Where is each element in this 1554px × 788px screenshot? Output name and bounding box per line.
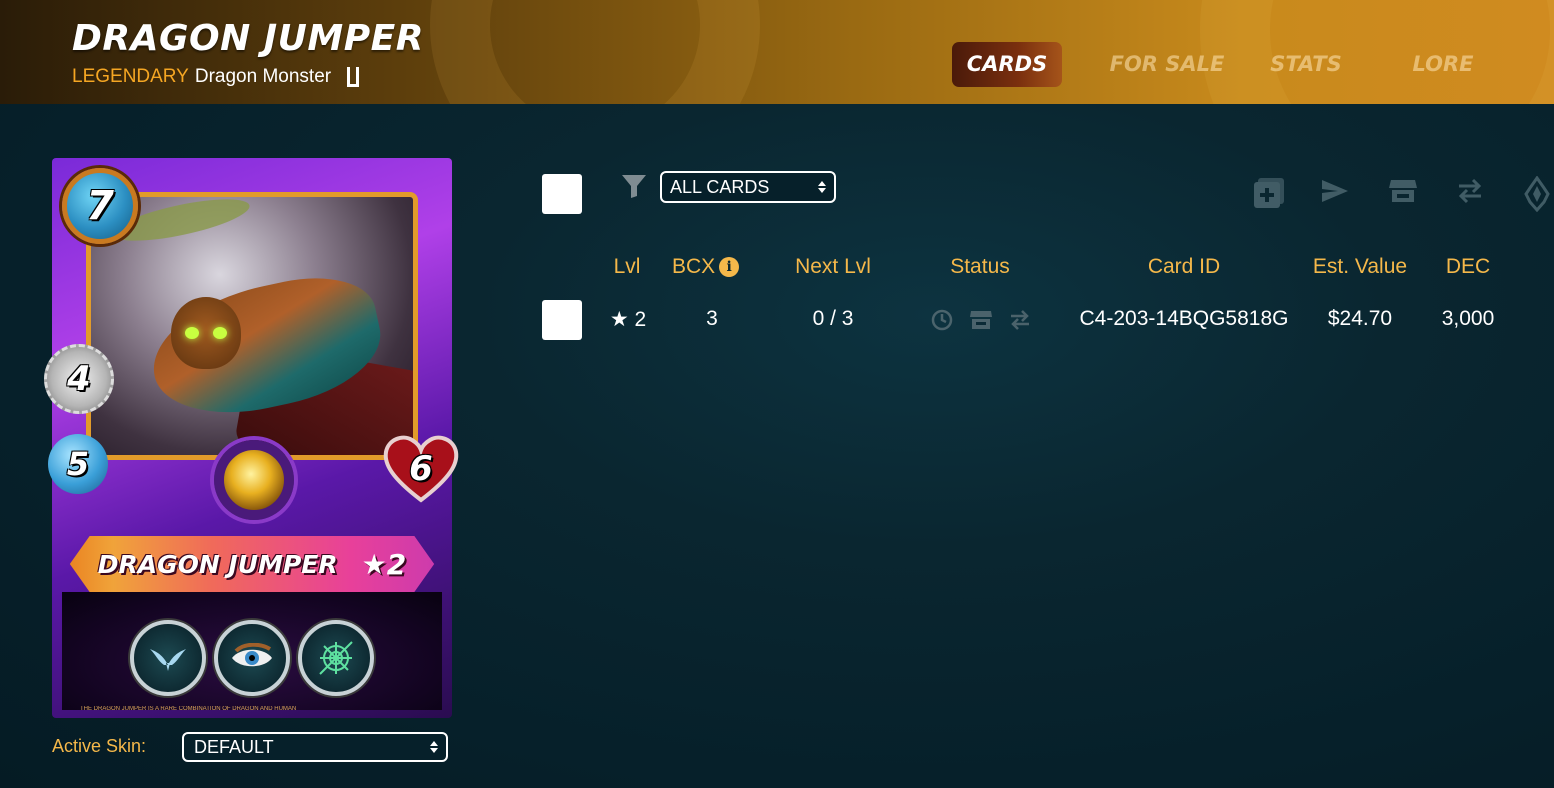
- mana-value: 7: [86, 183, 114, 229]
- column-header-est-value: Est. Value: [1312, 255, 1408, 278]
- header: DRAGON JUMPER LEGENDARY Dragon Monster C…: [0, 0, 1554, 104]
- row-level: ★ 2: [609, 308, 647, 331]
- artwork-eye: [213, 327, 227, 339]
- card-name-banner: DRAGON JUMPER ★2: [69, 536, 435, 592]
- health-icon: 6: [382, 434, 460, 504]
- active-skin-label: Active Skin:: [52, 736, 147, 756]
- true-strike-icon: [214, 620, 290, 696]
- row-bcx: 3: [706, 307, 718, 330]
- flying-icon: [130, 620, 206, 696]
- attack-icon: 4: [44, 344, 114, 414]
- page-title: DRAGON JUMPER: [72, 18, 424, 59]
- column-header-status: Status: [950, 255, 1010, 278]
- card-level: ★2: [361, 547, 407, 581]
- select-all-checkbox[interactable]: [542, 174, 582, 214]
- wings-icon: [150, 649, 186, 671]
- tab-for-sale[interactable]: FOR SALE: [1088, 42, 1246, 87]
- artwork-eye: [185, 327, 199, 339]
- row-checkbox[interactable]: [542, 300, 582, 340]
- row-card-id: C4-203-14BQG5818G: [1079, 307, 1289, 330]
- card-subtitle: LEGENDARY Dragon Monster: [72, 66, 360, 88]
- speed-value: 5: [66, 445, 90, 483]
- tab-bar: CARDS FOR SALE STATS LORE: [952, 42, 1488, 87]
- mana-gem: 7: [62, 168, 138, 244]
- eye-icon: [232, 643, 272, 667]
- select-arrows-icon: [818, 181, 826, 193]
- row-dec: 3,000: [1441, 307, 1495, 330]
- select-arrows-icon: [430, 741, 438, 753]
- row-est-value: $24.70: [1327, 307, 1393, 330]
- tab-cards[interactable]: CARDS: [952, 42, 1062, 87]
- burn-icon[interactable]: [1522, 175, 1552, 217]
- type-label: Dragon Monster: [194, 66, 332, 87]
- row-next-lvl: 0 / 3: [812, 307, 854, 330]
- market-icon: [969, 309, 993, 336]
- column-header-bcx: BCX i: [672, 255, 752, 279]
- health-value: 6: [409, 449, 433, 489]
- card-artwork: [86, 192, 418, 460]
- column-header-next-lvl: Next Lvl: [795, 255, 871, 278]
- rarity-label: LEGENDARY: [72, 66, 189, 87]
- transfer-icon: [1008, 309, 1032, 336]
- filter-icon: [620, 172, 648, 205]
- transfer-icon[interactable]: [1455, 176, 1485, 211]
- market-icon[interactable]: [1388, 176, 1418, 211]
- card-flavor-text: THE DRAGON JUMPER IS A RARE COMBINATION …: [80, 706, 297, 712]
- card-name: DRAGON JUMPER: [97, 549, 338, 579]
- card-orb: [214, 440, 294, 520]
- combine-icon[interactable]: [1252, 176, 1286, 215]
- header-decoration: [430, 0, 760, 104]
- column-header-card-id: Card ID: [1147, 255, 1221, 278]
- bcx-header-label: BCX: [672, 255, 716, 278]
- tab-stats[interactable]: STATS: [1256, 42, 1356, 87]
- edition-icon: [347, 67, 360, 87]
- card-filter-select[interactable]: ALL CARDS: [660, 171, 836, 203]
- speed-icon: 5: [48, 434, 108, 494]
- web-icon: [319, 641, 353, 675]
- snare-icon: [298, 620, 374, 696]
- clock-icon: [931, 309, 953, 336]
- send-icon[interactable]: [1320, 176, 1350, 211]
- skin-select-value: DEFAULT: [194, 736, 274, 757]
- info-icon[interactable]: i: [719, 257, 740, 277]
- attack-value: 4: [67, 359, 91, 399]
- card-filter-value: ALL CARDS: [670, 176, 770, 197]
- column-header-dec: DEC: [1445, 255, 1491, 278]
- artwork-head: [171, 297, 241, 369]
- column-header-lvl: Lvl: [613, 255, 641, 278]
- card-image: 7 4 5 6 DRAGON JUMPER ★2 THE DRAGON JUMP…: [44, 158, 459, 718]
- skin-select[interactable]: DEFAULT: [182, 732, 448, 762]
- tab-lore[interactable]: LORE: [1398, 42, 1488, 87]
